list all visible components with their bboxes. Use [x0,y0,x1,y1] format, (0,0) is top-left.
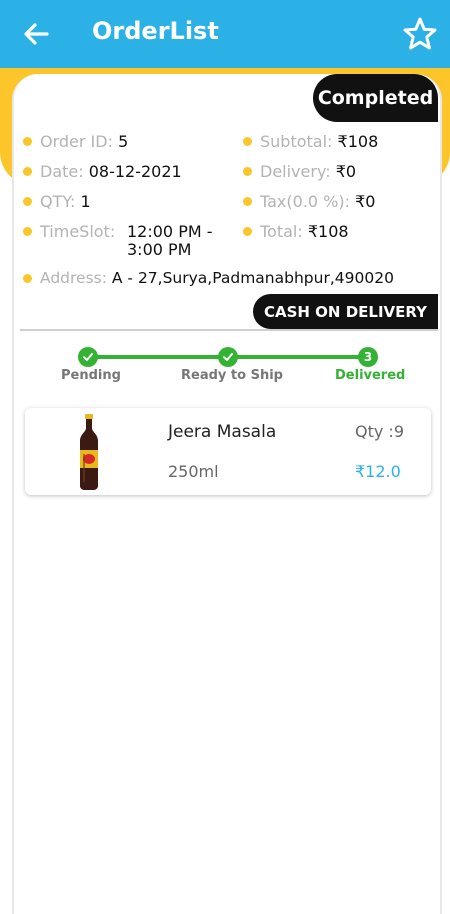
step-ready-marker [218,347,238,367]
subtotal-value: ₹108 [337,132,379,151]
bullet-dot [243,167,252,176]
timeslot-label: TimeSlot: [40,222,116,241]
step-delivered-marker: 3 [358,347,378,367]
item-price: ₹12.0 [355,462,401,481]
bullet-dot [23,197,32,206]
step-label-delivered: Delivered [335,368,406,383]
delivery-value: ₹0 [335,162,357,181]
star-icon[interactable] [401,15,439,53]
date-value: 08-12-2021 [88,162,182,181]
tax-value: ₹0 [355,192,376,211]
status-badge: Completed [313,74,438,122]
step-label-ready: Ready to Ship [181,368,283,383]
step-label-pending: Pending [61,368,121,383]
tax-label: Tax(0.0 %): [260,192,351,211]
progress-line-2 [237,355,361,359]
qty-value: 1 [80,192,91,211]
divider [20,329,438,331]
bullet-dot [23,227,32,236]
item-name: Jeera Masala [168,422,277,442]
bullet-dot [243,137,252,146]
address-label: Address: [40,269,107,287]
page-title: OrderList [92,17,219,45]
delivery-label: Delivery: [260,162,331,181]
item-quantity: Qty :9 [355,422,404,441]
check-icon [83,353,93,361]
timeslot-value-line1: 12:00 PM - [127,222,213,241]
subtotal-label: Subtotal: [260,132,333,151]
address-value: A - 27,Surya,Padmanabhpur,490020 [111,269,394,287]
soda-bottle-icon [80,414,98,490]
order-id-label: Order ID: [40,132,113,151]
check-icon [223,353,233,361]
step-pending-marker [78,347,98,367]
payment-method-badge: CASH ON DELIVERY [253,294,438,329]
bullet-dot [23,274,32,283]
app-bar: OrderList [0,0,450,68]
total-label: Total: [260,222,303,241]
back-arrow-icon[interactable] [20,18,52,50]
bullet-dot [23,167,32,176]
progress-line-1 [96,355,220,359]
item-size: 250ml [168,462,219,481]
timeslot-value-line2: 3:00 PM [127,240,192,259]
order-id-value: 5 [118,132,129,151]
bullet-dot [23,137,32,146]
date-label: Date: [40,162,84,181]
total-value: ₹108 [307,222,349,241]
bullet-dot [243,227,252,236]
bullet-dot [243,197,252,206]
qty-label: QTY: [40,192,76,211]
